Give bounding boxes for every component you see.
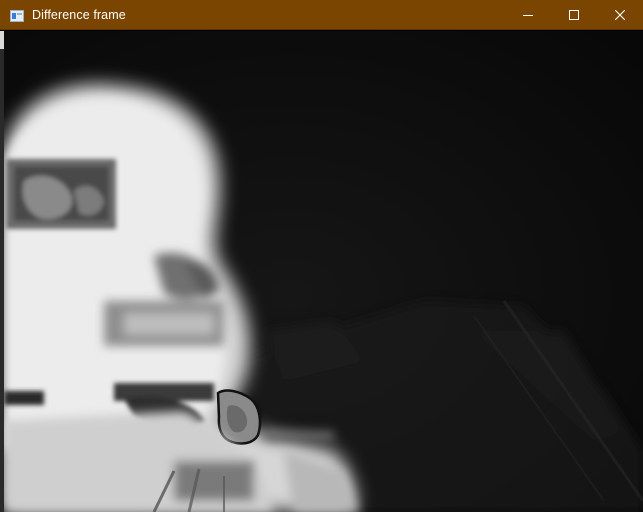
title-bar[interactable]: Difference frame bbox=[0, 0, 643, 30]
window-title: Difference frame bbox=[32, 7, 126, 22]
maximize-button[interactable] bbox=[551, 0, 597, 30]
maximize-icon bbox=[569, 10, 579, 20]
window-app-icon[interactable] bbox=[10, 9, 24, 22]
minimize-button[interactable] bbox=[505, 0, 551, 30]
app-window: Difference frame bbox=[0, 0, 643, 512]
minimize-icon bbox=[523, 15, 533, 16]
close-button[interactable] bbox=[597, 0, 643, 30]
close-icon bbox=[615, 10, 625, 20]
difference-frame-image bbox=[4, 31, 643, 512]
caption-buttons bbox=[505, 0, 643, 30]
